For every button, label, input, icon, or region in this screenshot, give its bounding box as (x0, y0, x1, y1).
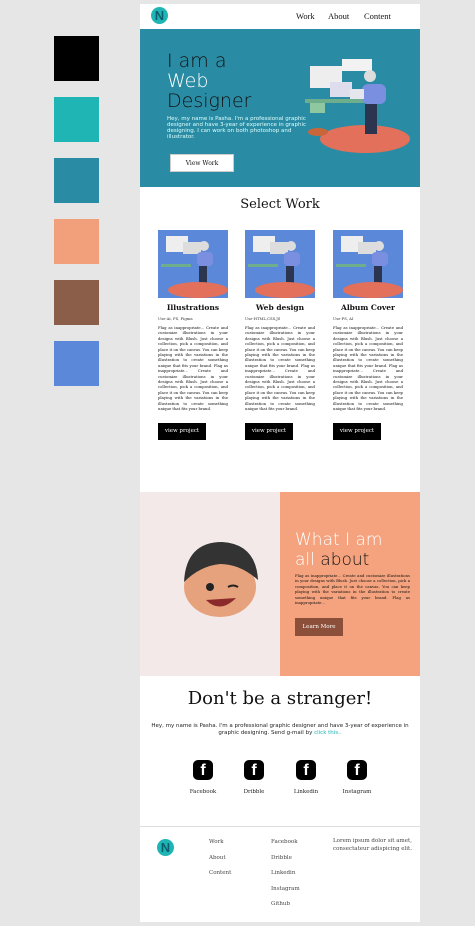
facebook-icon: f (296, 760, 316, 780)
color-swatch (54, 158, 99, 203)
footer-link-instagram[interactable]: Instagram (271, 882, 300, 898)
work-card: Illustrations Use-Ai, PS, Figma Flag as … (158, 230, 228, 440)
nav-work[interactable]: Work (296, 11, 315, 21)
hero-title: I am a Web Designer (167, 51, 251, 111)
about-title-2: all (295, 550, 315, 570)
color-swatch (54, 97, 99, 142)
hero-line1: I am a (167, 50, 227, 72)
social-link-facebook[interactable]: f Facebook (183, 760, 223, 795)
footer: N Work About Content Facebook Dribble Linked… (140, 826, 420, 922)
about-title-1: What I am (295, 530, 383, 550)
social-link-dribble[interactable]: f Dribble (234, 760, 274, 795)
work-card: Web design Use-HTML,CSS,JS Flag as inapp… (245, 230, 315, 440)
hero: I am a Web Designer Hey, my name is Pasha.… (140, 29, 420, 187)
nav-about[interactable]: About (328, 11, 349, 21)
card-description: Flag as inappropriate... Create and cust… (245, 325, 315, 412)
card-tools: Use-HTML,CSS,JS (245, 316, 281, 321)
facebook-icon: f (193, 760, 213, 780)
card-title: Web design (255, 303, 305, 312)
social-label: Facebook (189, 789, 217, 795)
footer-link-content[interactable]: Content (209, 866, 231, 882)
learn-more-button[interactable]: Learn More (295, 618, 343, 636)
select-work-title: Select Work (240, 197, 320, 212)
page: N Work About Content I am a Web Designer H… (140, 4, 420, 922)
social-label: Instagram (342, 789, 372, 795)
designer-illustration (305, 59, 410, 153)
social-label: Linkedin (293, 789, 319, 795)
social-link-linkedin[interactable]: f Linkedin (286, 760, 326, 795)
nav-content[interactable]: Content (364, 11, 391, 21)
card-title: Illustrations (166, 303, 220, 312)
facebook-icon: f (244, 760, 264, 780)
hero-line3: Designer (167, 90, 252, 112)
about-title: What I am all about (295, 530, 382, 570)
contact-body: Hey, my name is Pasha. I'm a professiona… (151, 723, 409, 736)
footer-link-github[interactable]: Github (271, 897, 300, 913)
logo[interactable]: N (151, 7, 168, 24)
color-swatch (54, 36, 99, 81)
footer-link-work[interactable]: Work (209, 835, 231, 851)
hero-line2: Web (167, 70, 209, 92)
facebook-icon: f (347, 760, 367, 780)
footer-link-dribble[interactable]: Dribble (271, 851, 300, 867)
avatar (184, 542, 258, 617)
color-swatch (54, 219, 99, 264)
footer-text: Lorem ipsum dolor sit amet, consectateur… (333, 838, 413, 852)
card-description: Flag as inappropriate... Create and cust… (333, 325, 403, 412)
contact-text: Hey, my name is Pasha. I'm a professiona… (148, 723, 412, 737)
footer-logo[interactable]: N (157, 839, 174, 856)
color-swatch (54, 341, 99, 386)
view-project-button[interactable]: view project (158, 422, 206, 440)
hero-text: Hey, my name is Pasha. I'm a professiona… (167, 116, 307, 140)
card-tools: Use-Ai, PS, Figma (158, 316, 193, 321)
color-swatch (54, 280, 99, 325)
contact-title: Don't be a stranger! (187, 688, 373, 709)
footer-link-linkedin[interactable]: Linkedin (271, 866, 300, 882)
about-panel: What I am all about Flag as inappropriate… (280, 492, 420, 676)
footer-link-facebook[interactable]: Facebook (271, 835, 300, 851)
about-section: What I am all about Flag as inappropriate… (140, 492, 420, 676)
view-project-button[interactable]: view project (245, 422, 293, 440)
view-project-button[interactable]: view project (333, 422, 381, 440)
social-label: Dribble (243, 789, 265, 795)
social-link-instagram[interactable]: f Instagram (337, 760, 377, 795)
avatar-panel (140, 492, 280, 676)
card-description: Flag as inappropriate... Create and cust… (158, 325, 228, 412)
card-image (245, 230, 315, 298)
footer-link-about[interactable]: About (209, 851, 231, 867)
card-title: Album Cover (341, 303, 395, 312)
card-tools: Use-PS, AI (333, 316, 354, 321)
about-text: Flag as inappropriate... Create and cust… (295, 573, 410, 606)
view-work-button[interactable]: View Work (170, 154, 234, 172)
card-image (333, 230, 403, 298)
card-image (158, 230, 228, 298)
work-card: Album Cover Use-PS, AI Flag as inappropr… (333, 230, 403, 440)
navbar: N Work About Content (140, 4, 420, 29)
about-title-3: about (320, 550, 370, 570)
email-link[interactable]: click this.. (314, 730, 342, 736)
